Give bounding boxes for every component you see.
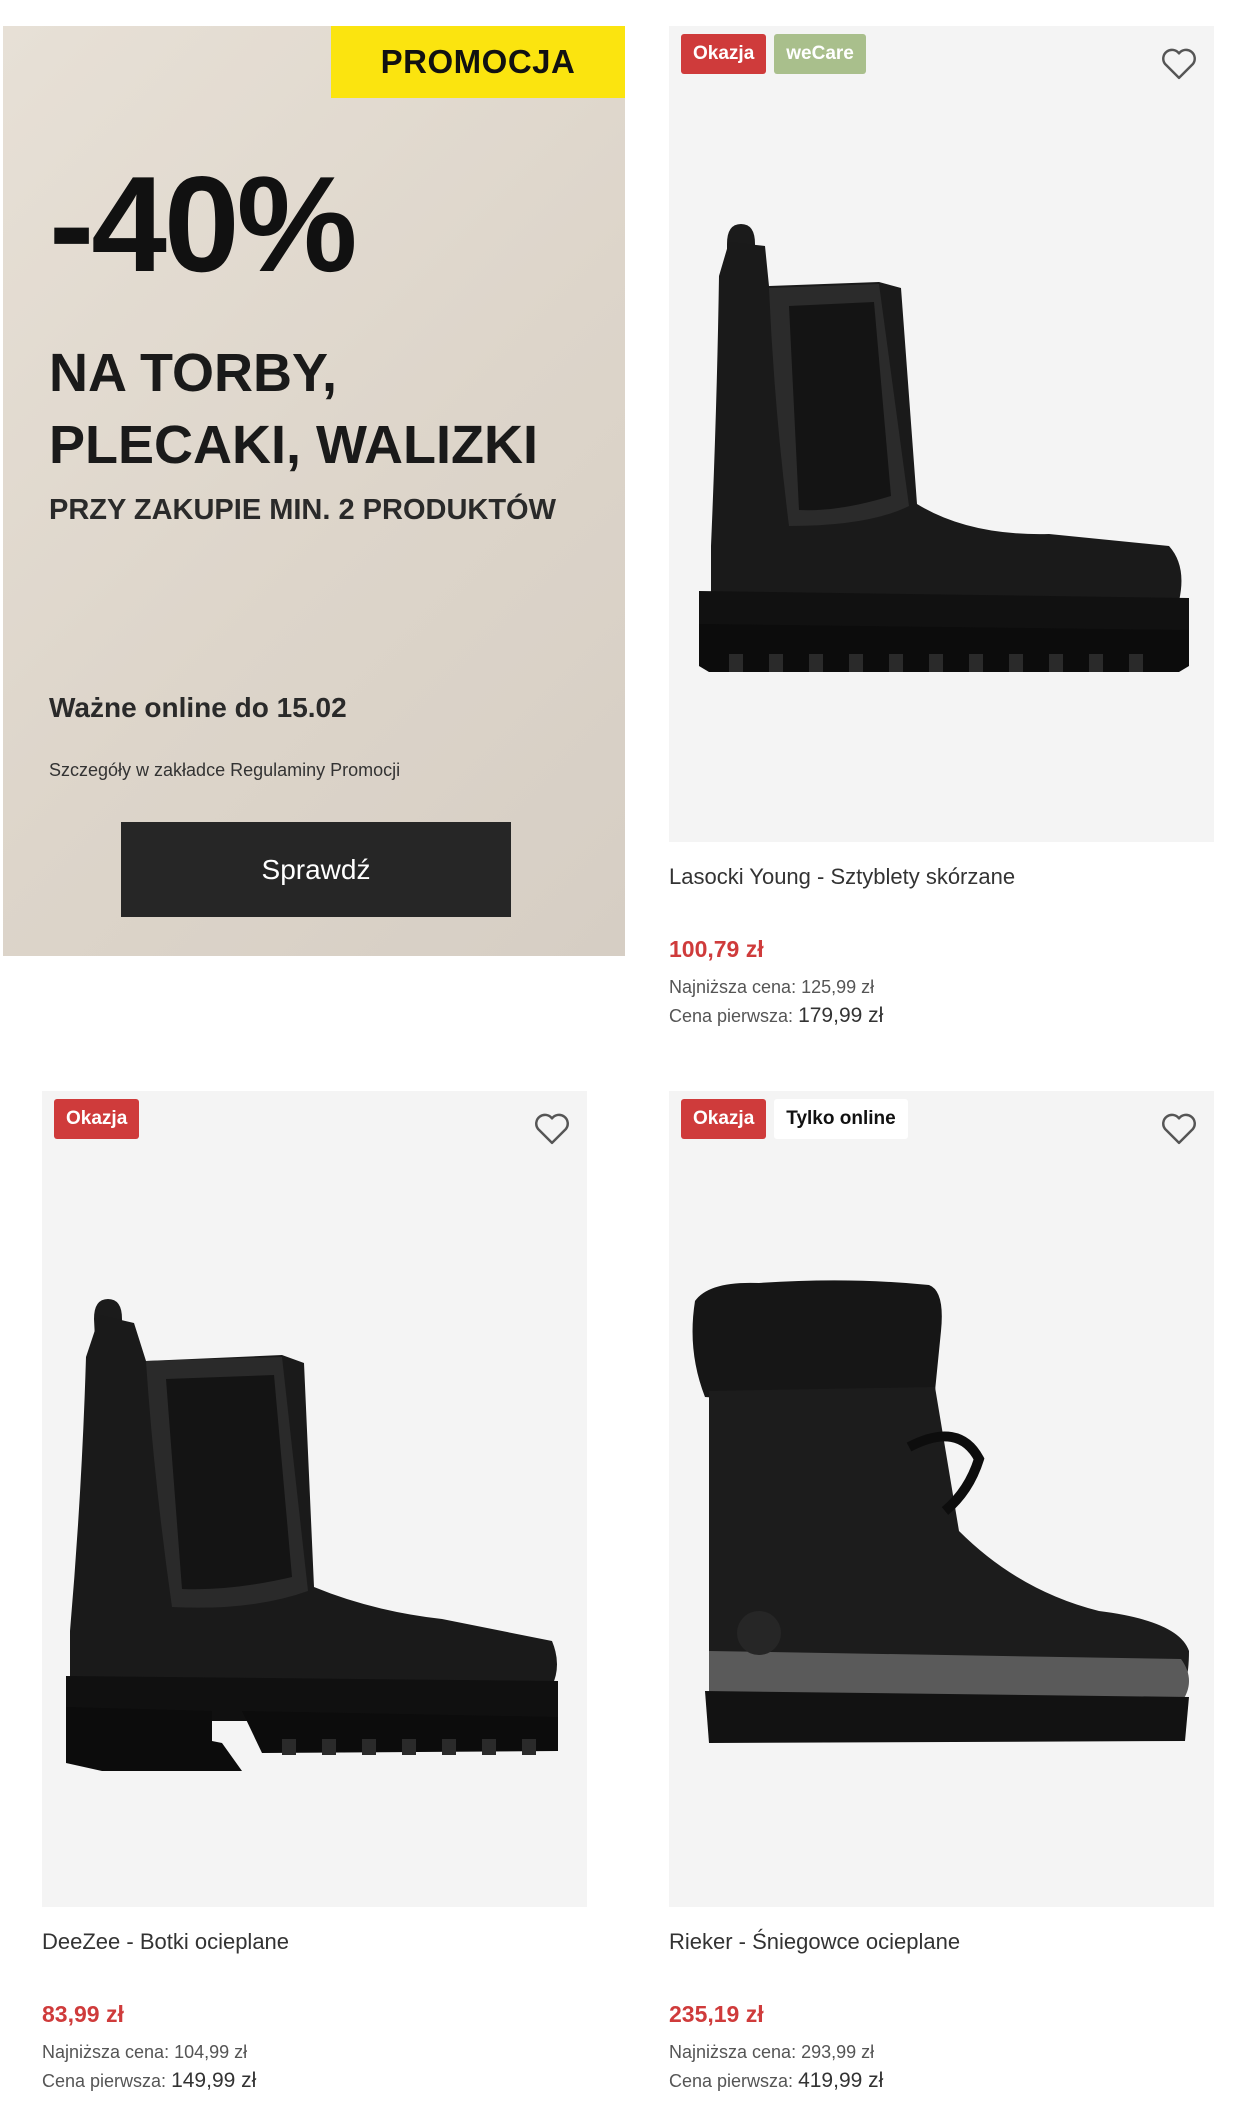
- lowest-price-value: 293,99 zł: [801, 2042, 875, 2062]
- lowest-price-row: Najniższa cena: 293,99 zł: [669, 2042, 1214, 2063]
- product-image[interactable]: Okazja Tylko online: [669, 1091, 1214, 1907]
- first-price-label: Cena pierwsza:: [669, 2071, 794, 2091]
- ankle-boot-image: [66, 1299, 558, 1771]
- snow-boot-image: [692, 1280, 1189, 1743]
- lowest-price-row: Najniższa cena: 104,99 zł: [42, 2042, 587, 2063]
- lowest-price-value: 104,99 zł: [174, 2042, 248, 2062]
- product-card-lasocki[interactable]: Okazja weCare Lasocki Young - Sztyblety …: [669, 26, 1214, 1028]
- sale-badge: Okazja: [681, 34, 767, 74]
- product-name[interactable]: Rieker - Śniegowce ocieplane: [669, 1929, 1214, 1959]
- first-price-value: 179,99 zł: [798, 1004, 884, 1027]
- favorite-heart-icon[interactable]: [1158, 1107, 1200, 1149]
- promo-discount: -40%: [49, 148, 357, 300]
- favorite-heart-icon[interactable]: [531, 1107, 573, 1149]
- promo-condition: PRZY ZAKUPIE MIN. 2 PRODUKTÓW: [49, 494, 556, 526]
- check-promo-button[interactable]: Sprawdź: [121, 822, 511, 917]
- first-price-row: Cena pierwsza: 149,99 zł: [42, 2069, 587, 2093]
- online-only-badge: Tylko online: [774, 1099, 908, 1139]
- product-card-deezee[interactable]: Okazja DeeZee - Botki ocieplane 83,99 zł…: [42, 1091, 587, 2093]
- first-price-label: Cena pierwsza:: [669, 1006, 794, 1026]
- favorite-heart-icon[interactable]: [1158, 42, 1200, 84]
- wecare-badge: weCare: [774, 34, 866, 74]
- promo-banner[interactable]: PROMOCJA -40% NA TORBY, PLECAKI, WALIZKI…: [3, 26, 625, 956]
- product-price: 235,19 zł: [669, 2001, 764, 2027]
- promo-details: Szczegóły w zakładce Regulaminy Promocji: [49, 760, 401, 780]
- product-image[interactable]: Okazja: [42, 1091, 587, 1907]
- first-price-value: 149,99 zł: [171, 2069, 257, 2092]
- promo-headline-1: NA TORBY,: [49, 343, 338, 403]
- chelsea-boot-image: [699, 224, 1189, 672]
- product-price: 83,99 zł: [42, 2001, 124, 2027]
- lowest-price-row: Najniższa cena: 125,99 zł: [669, 977, 1214, 998]
- promo-tag: PROMOCJA: [331, 26, 625, 98]
- lowest-price-label: Najniższa cena:: [42, 2042, 170, 2062]
- sale-badge: Okazja: [681, 1099, 767, 1139]
- product-price: 100,79 zł: [669, 936, 764, 962]
- sale-badge: Okazja: [54, 1099, 140, 1139]
- product-card-rieker[interactable]: Okazja Tylko online Rieker - Śniegowce o…: [669, 1091, 1214, 2093]
- first-price-row: Cena pierwsza: 419,99 zł: [669, 2069, 1214, 2093]
- badge-group: Okazja: [54, 1099, 140, 1139]
- badge-group: Okazja weCare: [681, 34, 866, 74]
- product-image[interactable]: Okazja weCare: [669, 26, 1214, 842]
- first-price-label: Cena pierwsza:: [42, 2071, 167, 2091]
- lowest-price-label: Najniższa cena:: [669, 2042, 797, 2062]
- lowest-price-value: 125,99 zł: [801, 977, 875, 997]
- promo-headline-2: PLECAKI, WALIZKI: [49, 415, 538, 475]
- first-price-value: 419,99 zł: [798, 2069, 884, 2092]
- first-price-row: Cena pierwsza: 179,99 zł: [669, 1004, 1214, 1028]
- product-name[interactable]: Lasocki Young - Sztyblety skórzane: [669, 864, 1214, 894]
- lowest-price-label: Najniższa cena:: [669, 977, 797, 997]
- badge-group: Okazja Tylko online: [681, 1099, 908, 1139]
- promo-validity: Ważne online do 15.02: [49, 692, 347, 723]
- product-name[interactable]: DeeZee - Botki ocieplane: [42, 1929, 587, 1959]
